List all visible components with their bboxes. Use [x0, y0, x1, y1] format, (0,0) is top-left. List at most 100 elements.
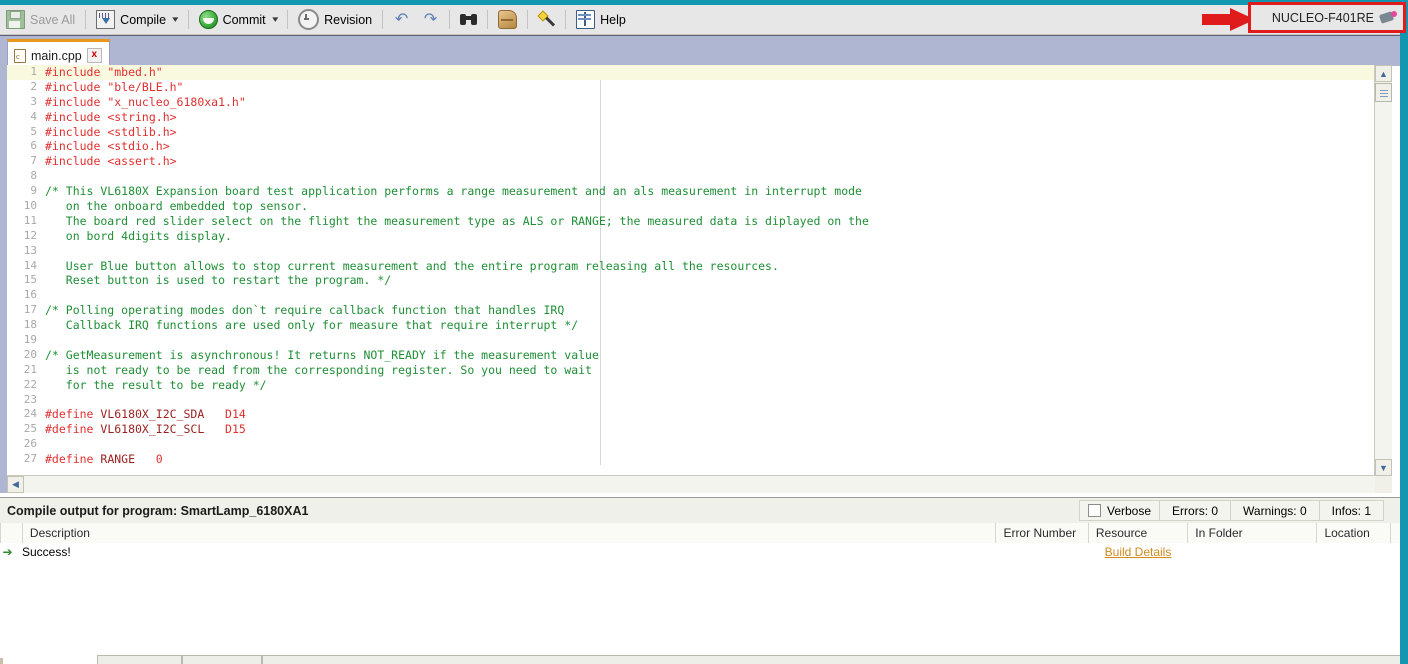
undo-button[interactable]: ↶ [387, 5, 416, 34]
code-line-text: #include <assert.h> [41, 154, 1375, 168]
save-all-label: Save All [30, 12, 76, 27]
code-line[interactable]: 22 for the result to be ready */ [7, 378, 1375, 393]
code-token: #define [45, 452, 101, 467]
code-token: "x_nucleo_6180xa1.h" [107, 94, 246, 109]
code-line[interactable]: 16 [7, 288, 1375, 303]
code-token: #include [45, 65, 108, 79]
column-header-status [0, 523, 22, 543]
code-line-text: #define VL6180X_I2C_SDA D14 [41, 407, 1375, 421]
platform-selector[interactable]: NUCLEO-F401RE [1248, 2, 1406, 33]
code-line[interactable]: 8 [7, 169, 1375, 184]
code-line[interactable]: 6 #include <stdio.h> [7, 139, 1375, 154]
editor-horizontal-scrollbar[interactable]: ◀ [7, 475, 1375, 493]
warnings-counter[interactable]: Warnings: 0 [1231, 500, 1320, 521]
code-line[interactable]: 13 [7, 244, 1375, 259]
row-resource[interactable]: Build Details [1088, 543, 1188, 562]
column-header-location[interactable]: Location [1316, 523, 1390, 543]
code-line[interactable]: 5 #include <stdlib.h> [7, 125, 1375, 140]
revision-button[interactable]: Revision [292, 5, 378, 34]
code-line[interactable]: 21 is not ready to be read from the corr… [7, 363, 1375, 378]
code-line[interactable]: 1 #include "mbed.h" [7, 65, 1375, 80]
code-line[interactable]: 3 #include "x_nucleo_6180xa1.h" [7, 95, 1375, 110]
code-line[interactable]: 17 /* Polling operating modes don`t requi… [7, 303, 1375, 318]
column-header-resource[interactable]: Resource [1087, 523, 1187, 543]
line-number: 6 [30, 139, 37, 153]
code-line[interactable]: 9 /* This VL6180X Expansion board test ap… [7, 184, 1375, 199]
code-line[interactable]: 10 on the onboard embedded top sensor. [7, 199, 1375, 214]
line-number: 26 [23, 437, 37, 451]
table-row[interactable]: ➔ Success! Build Details [0, 543, 1400, 562]
code-line[interactable]: 18 Callback IRQ functions are used only … [7, 318, 1375, 333]
code-token: /* Polling operating modes don`t require… [45, 303, 565, 318]
build-details-link[interactable]: Build Details [1105, 545, 1172, 559]
code-line[interactable]: 2 #include "ble/BLE.h" [7, 80, 1375, 95]
scroll-up-icon[interactable]: ▲ [1375, 65, 1392, 82]
code-line[interactable]: 25 #define VL6180X_I2C_SCL D15 [7, 422, 1375, 437]
verbose-checkbox[interactable] [1087, 504, 1101, 517]
code-line[interactable]: 26 [7, 437, 1375, 452]
help-button[interactable]: Help [570, 5, 632, 34]
commit-chevron-down-icon[interactable]: ▾ [272, 14, 278, 25]
code-line[interactable]: 23 [7, 393, 1375, 408]
compile-button[interactable]: Compile ▾ [90, 5, 183, 34]
code-line[interactable]: 12 on bord 4digits display. [7, 229, 1375, 244]
paint-hand-icon [498, 10, 518, 29]
line-number: 27 [23, 452, 37, 466]
scroll-left-icon[interactable]: ◀ [7, 476, 24, 493]
line-number: 12 [23, 228, 37, 242]
toolbar-separator [449, 10, 451, 29]
errors-counter[interactable]: Errors: 0 [1160, 500, 1232, 521]
code-token: <stdio.h> [107, 139, 170, 154]
code-line[interactable]: 11 The board red slider select on the fl… [7, 214, 1375, 229]
line-number: 4 [30, 109, 37, 123]
scroll-down-icon[interactable]: ▼ [1375, 459, 1392, 476]
scrollbar-corner [1375, 476, 1392, 493]
code-token: #define [45, 422, 101, 437]
line-number: 11 [23, 213, 37, 227]
line-number: 8 [30, 169, 37, 183]
tab-label: main.cpp [31, 48, 82, 63]
help-label: Help [600, 12, 626, 27]
commit-button[interactable]: Commit ▾ [193, 5, 284, 34]
editor-tab-strip: main.cpp x [0, 35, 1400, 69]
infos-counter[interactable]: Infos: 1 [1319, 500, 1384, 521]
code-viewport[interactable]: 1 #include "mbed.h" 2 #include "ble/BLE.h" 3… [7, 65, 1375, 493]
find-button[interactable] [454, 5, 483, 34]
code-line-text: is not ready to be read from the corresp… [41, 363, 1375, 377]
green-arrow-icon: ➔ [2, 545, 13, 559]
line-number: 21 [23, 362, 37, 376]
code-line[interactable]: 20 /* GetMeasurement is asynchronous! It … [7, 348, 1375, 363]
close-icon[interactable]: x [86, 48, 102, 63]
column-header-description[interactable]: Description [21, 523, 996, 543]
code-line[interactable]: 7 #include <assert.h> [7, 154, 1375, 169]
code-line-text: #define RANGE 0 [41, 452, 1375, 466]
column-header-error-number[interactable]: Error Number [995, 523, 1087, 543]
column-header-in-folder[interactable]: In Folder [1187, 523, 1316, 543]
code-token: #include [45, 94, 108, 109]
toolbar-separator [85, 10, 87, 29]
main-toolbar: Save All Compile ▾ Commit ▾ Revision ↶ ↷ [0, 5, 1400, 35]
code-line[interactable]: 15 Reset button is used to restart the p… [7, 273, 1375, 288]
vertical-scroll-thumb[interactable] [1375, 83, 1392, 102]
code-line[interactable]: 19 [7, 333, 1375, 348]
format-button[interactable] [492, 5, 523, 34]
code-token: D15 [225, 422, 246, 437]
editor-vertical-scrollbar[interactable]: ▲ ▼ [1374, 65, 1392, 476]
window-right-accent [1400, 0, 1408, 664]
status-cell [262, 655, 1400, 664]
code-line[interactable]: 4 #include <string.h> [7, 110, 1375, 125]
code-editor[interactable]: 1 #include "mbed.h" 2 #include "ble/BLE.h" 3… [0, 65, 1392, 493]
code-line[interactable]: 14 User Blue button allows to stop curre… [7, 259, 1375, 274]
compile-chevron-down-icon[interactable]: ▾ [172, 14, 178, 25]
redo-button[interactable]: ↷ [416, 5, 445, 34]
code-line[interactable]: 24 #define VL6180X_I2C_SDA D14 [7, 407, 1375, 422]
code-lines[interactable]: 1 #include "mbed.h" 2 #include "ble/BLE.h" 3… [7, 65, 1375, 467]
code-line[interactable]: 27 #define RANGE 0 [7, 452, 1375, 467]
save-all-button[interactable]: Save All [0, 5, 81, 34]
wand-button[interactable] [532, 5, 561, 34]
verbose-toggle[interactable]: Verbose [1078, 500, 1161, 521]
